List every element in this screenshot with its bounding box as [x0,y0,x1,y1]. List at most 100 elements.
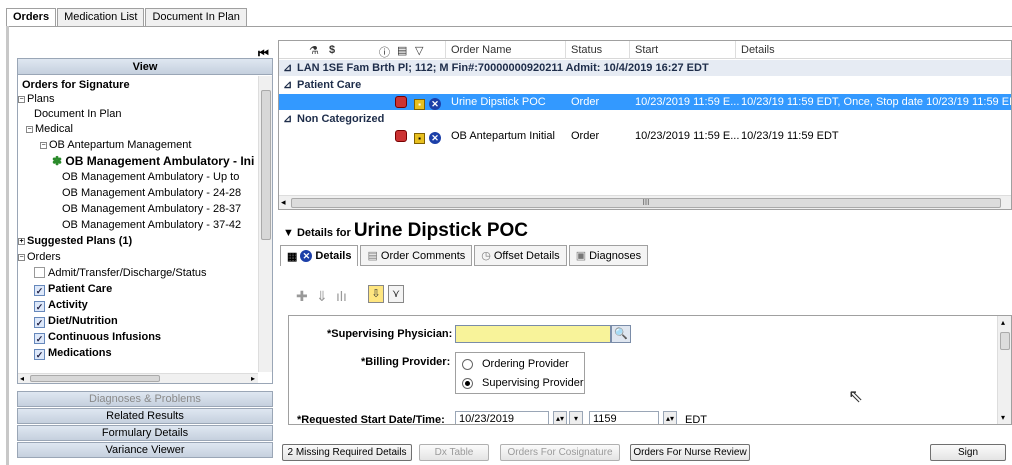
tree-item-ob-management-24-28[interactable]: OB Management Ambulatory - 24-28 [62,186,241,200]
date-dropdown[interactable]: ▾ [569,411,583,424]
tab-details[interactable]: ▦ ✕ Details [280,245,359,266]
collapse-icon[interactable]: − [18,253,25,261]
dx-table-button[interactable]: Dx Table [419,444,489,461]
tree-item-patient-care[interactable]: ✓ Patient Care [34,282,112,296]
chart-icon[interactable]: ılı [336,288,347,304]
order-details-form: *Supervising Physician: 🔍 *Billing Provi… [288,315,1012,425]
tree-item-plans[interactable]: − Plans [18,92,55,106]
top-tab-bar: Orders Medication List Document In Plan [6,8,248,26]
tree-item-ob-antepartum-management[interactable]: − OB Antepartum Management [40,138,191,152]
checkbox[interactable]: ✓ [34,333,45,344]
tab-document-in-plan[interactable]: Document In Plan [145,8,247,26]
scroll-thumb[interactable]: III [291,198,1001,208]
radio-ordering-provider[interactable] [462,359,473,370]
collapse-icon[interactable]: ⊿ [283,77,292,93]
collapse-icon[interactable]: − [18,95,25,103]
tab-medication-list[interactable]: Medication List [57,8,145,26]
radio-supervising-provider[interactable] [462,378,473,389]
divider [6,26,1012,27]
pharmacy-icon[interactable]: ⚗ [309,44,319,57]
tab-offset-details[interactable]: ◷ Offset Details [474,245,567,266]
tree-item-ob-management-up-to[interactable]: OB Management Ambulatory - Up to [62,170,239,184]
view-vertical-scrollbar[interactable] [258,76,272,372]
tree-item-diet-nutrition[interactable]: ✓ Diet/Nutrition [34,314,118,328]
expand-icon[interactable]: + [18,237,25,245]
column-status[interactable]: Status [571,44,602,56]
tree-item-continuous-infusions[interactable]: ✓ Continuous Infusions [34,330,161,344]
help-icon[interactable]: ⓘ [379,44,390,60]
nav-diagnoses-problems[interactable]: Diagnoses & Problems [17,391,273,407]
collapse-icon[interactable]: ⊿ [283,111,292,127]
add-icon[interactable]: ✚ [296,288,308,305]
scroll-left-icon[interactable]: ◂ [281,197,286,208]
nav-related-results[interactable]: Related Results [17,408,273,424]
tree-item-orders-for-signature[interactable]: Orders for Signature [22,78,130,92]
search-icon[interactable]: 🔍 [611,325,631,343]
tree-item-admit-transfer[interactable]: Admit/Transfer/Discharge/Status [34,266,207,280]
checkbox[interactable] [34,267,45,278]
expand-all-icon[interactable]: ⋎ [388,285,404,303]
tab-orders[interactable]: Orders [6,8,57,26]
scroll-down-icon[interactable]: ▾ [1001,413,1005,422]
order-row-ob-antepartum[interactable]: ▪ ✕ OB Antepartum Initial Order 10/23/20… [279,128,1011,146]
tree-item-activity[interactable]: ✓ Activity [34,298,88,312]
scroll-up-icon[interactable]: ▴ [1001,318,1005,327]
details-prefix: Details for [296,227,351,239]
group-row-patient-care[interactable]: ⊿ Patient Care [279,77,1011,93]
checkbox[interactable]: ✓ [34,301,45,312]
missing-required-details-button[interactable]: 2 Missing Required Details [282,444,412,461]
tree-item-medical[interactable]: − Medical [26,122,73,136]
view-horizontal-scrollbar[interactable]: ◂ ▸ [18,373,258,383]
order-row-urine-dipstick[interactable]: ▪ ✕ Urine Dipstick POC Order 10/23/2019 … [279,94,1011,112]
encounter-row[interactable]: ⊿ LAN 1SE Fam Brth Pl; 112; M Fin#:70000… [279,60,1011,76]
details-icon: ▦ [287,250,298,263]
scroll-left-icon[interactable]: ◂ [20,374,24,383]
incomplete-icon[interactable]: ✕ [429,130,441,146]
filter-icon[interactable]: ▽ [415,44,423,57]
checkbox[interactable]: ✓ [34,285,45,296]
collapse-details-icon[interactable]: ▼ [283,227,294,239]
remove-icon[interactable]: ⇓ [316,288,328,305]
sign-button[interactable]: Sign [930,444,1006,461]
grid-horizontal-scrollbar[interactable]: ◂ III [279,195,1011,209]
tree-item-document-in-plan[interactable]: Document In Plan [34,107,121,121]
checkbox[interactable]: ✓ [34,317,45,328]
order-type-icon: ▪ [414,96,425,112]
tree-item-ob-management-initial[interactable]: ✽ OB Management Ambulatory - Ini [52,154,254,168]
tree-item-ob-management-37-42[interactable]: OB Management Ambulatory - 37-42 [62,218,241,232]
scroll-thumb[interactable] [261,90,271,240]
nav-variance-viewer[interactable]: Variance Viewer [17,442,273,458]
group-row-non-categorized[interactable]: ⊿ Non Categorized [279,111,1011,127]
scroll-thumb[interactable] [1000,332,1010,350]
orders-grid: ⚗ $ ⓘ ▤ ▽ Order Name Status Start Detail… [278,40,1012,210]
nav-formulary-details[interactable]: Formulary Details [17,425,273,441]
start-date-input[interactable]: 10/23/2019 [455,411,549,424]
start-time-input[interactable]: 1159 [589,411,659,424]
scroll-right-icon[interactable]: ▸ [251,374,255,383]
tab-order-comments[interactable]: ▤ Order Comments [360,245,473,266]
cost-column-header[interactable]: $ [329,44,335,56]
tree-item-orders[interactable]: − Orders [18,250,61,264]
column-details[interactable]: Details [741,44,775,56]
supervising-physician-input[interactable] [455,325,611,343]
collapse-icon[interactable]: − [26,125,33,133]
column-start[interactable]: Start [635,44,658,56]
time-spinner[interactable]: ▴▾ [663,411,677,424]
collapse-icon[interactable]: ⊿ [283,60,292,76]
timezone-label: EDT [685,414,707,425]
orders-for-cosignature-button[interactable]: Orders For Cosignature [500,444,620,461]
tab-diagnoses[interactable]: ▣ Diagnoses [568,245,649,266]
next-required-icon[interactable]: ⇩ [368,285,384,303]
form-vertical-scrollbar[interactable]: ▴ ▾ [997,316,1011,424]
tree-item-suggested-plans[interactable]: + Suggested Plans (1) [18,234,132,248]
incomplete-icon[interactable]: ✕ [429,96,441,112]
scroll-thumb[interactable] [30,375,160,382]
orders-for-nurse-review-button[interactable]: Orders For Nurse Review [630,444,750,461]
tree-item-ob-management-28-37[interactable]: OB Management Ambulatory - 28-37 [62,202,241,216]
column-order-name[interactable]: Order Name [451,44,512,56]
tree-item-medications[interactable]: ✓ Medications [34,346,112,360]
collapse-icon[interactable]: − [40,141,47,149]
checkbox[interactable]: ✓ [34,349,45,360]
date-spinner[interactable]: ▴▾ [553,411,567,424]
comment-icon[interactable]: ▤ [397,44,407,57]
